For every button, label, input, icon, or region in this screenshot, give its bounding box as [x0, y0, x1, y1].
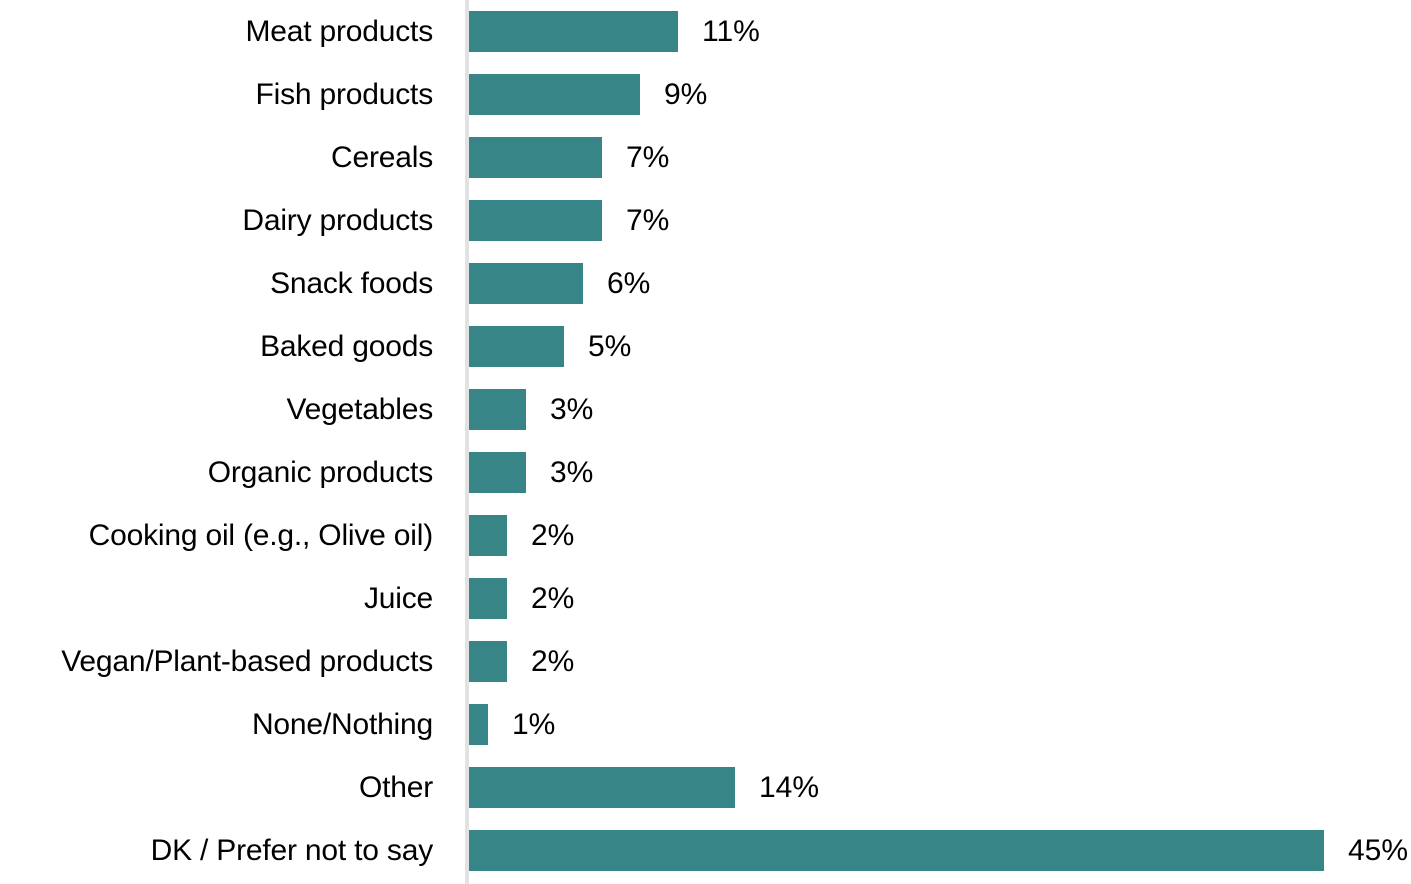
bar-rows-container: Meat products 11% Fish products 9% Cereals 7%…: [0, 0, 1411, 884]
bar-row: Organic products 3%: [0, 441, 1411, 504]
bar: [469, 11, 678, 52]
bar: [469, 515, 507, 556]
category-label: Dairy products: [242, 203, 433, 237]
bar-value-label: 6%: [607, 266, 651, 300]
bar-row: Fish products 9%: [0, 63, 1411, 126]
bar-value-label: 5%: [588, 329, 632, 363]
bar-row: Vegan/Plant-based products 2%: [0, 630, 1411, 693]
category-label: Baked goods: [260, 329, 433, 363]
bar-value-label: 3%: [550, 455, 594, 489]
bar-value-label: 9%: [664, 77, 708, 111]
bar-value-label: 7%: [626, 203, 670, 237]
bar-with-value: 5%: [469, 326, 631, 367]
bar-with-value: 11%: [469, 11, 760, 52]
bar-row: Other 14%: [0, 756, 1411, 819]
bar-value-label: 2%: [531, 581, 575, 615]
bar-row: Vegetables 3%: [0, 378, 1411, 441]
category-label: Other: [358, 770, 433, 804]
bar-with-value: 45%: [469, 830, 1408, 871]
bar-row: Snack foods 6%: [0, 252, 1411, 315]
category-label: Vegetables: [286, 392, 434, 426]
category-label: DK / Prefer not to say: [150, 833, 434, 867]
bar-with-value: 1%: [469, 704, 555, 745]
bar-row: Cereals 7%: [0, 126, 1411, 189]
bar-with-value: 7%: [469, 137, 669, 178]
bar-with-value: 14%: [469, 767, 819, 808]
bar-value-label: 45%: [1348, 833, 1409, 867]
bar-with-value: 7%: [469, 200, 669, 241]
category-label: Cooking oil (e.g., Olive oil): [88, 518, 434, 552]
bar-value-label: 14%: [759, 770, 820, 804]
bar-with-value: 2%: [469, 641, 574, 682]
bar-with-value: 9%: [469, 74, 707, 115]
category-label: Snack foods: [270, 266, 433, 300]
plot-area: Meat products 11% Fish products 9% Cereals 7%…: [0, 0, 1411, 884]
bar-with-value: 3%: [469, 389, 593, 430]
bar: [469, 200, 602, 241]
bar: [469, 389, 526, 430]
bar-row: Cooking oil (e.g., Olive oil) 2%: [0, 504, 1411, 567]
bar-with-value: 2%: [469, 578, 574, 619]
bar: [469, 767, 735, 808]
bar: [469, 830, 1324, 871]
bar-row: Dairy products 7%: [0, 189, 1411, 252]
category-label: Fish products: [255, 77, 434, 111]
category-label: Meat products: [245, 14, 434, 48]
bar-row: DK / Prefer not to say 45%: [0, 819, 1411, 882]
bar-row: None/Nothing 1%: [0, 693, 1411, 756]
bar: [469, 137, 602, 178]
bar-chart: Meat products 11% Fish products 9% Cereals 7%…: [0, 0, 1411, 884]
bar: [469, 74, 640, 115]
bar-value-label: 2%: [531, 644, 575, 678]
bar-value-label: 11%: [702, 14, 760, 48]
bar-row: Juice 2%: [0, 567, 1411, 630]
bar-value-label: 1%: [512, 707, 556, 741]
bar-with-value: 3%: [469, 452, 593, 493]
bar-value-label: 3%: [550, 392, 594, 426]
bar: [469, 452, 526, 493]
bar-with-value: 2%: [469, 515, 574, 556]
bar: [469, 641, 507, 682]
bar-value-label: 2%: [531, 518, 575, 552]
bar-with-value: 6%: [469, 263, 650, 304]
category-label: None/Nothing: [251, 707, 433, 741]
category-label: Organic products: [207, 455, 433, 489]
bar-row: Meat products 11%: [0, 0, 1411, 63]
bar: [469, 704, 488, 745]
category-label: Cereals: [331, 140, 433, 174]
bar-row: Baked goods 5%: [0, 315, 1411, 378]
bar: [469, 326, 564, 367]
category-label: Juice: [363, 581, 433, 615]
bar: [469, 263, 583, 304]
category-label: Vegan/Plant-based products: [61, 644, 433, 678]
bar: [469, 578, 507, 619]
bar-value-label: 7%: [626, 140, 670, 174]
